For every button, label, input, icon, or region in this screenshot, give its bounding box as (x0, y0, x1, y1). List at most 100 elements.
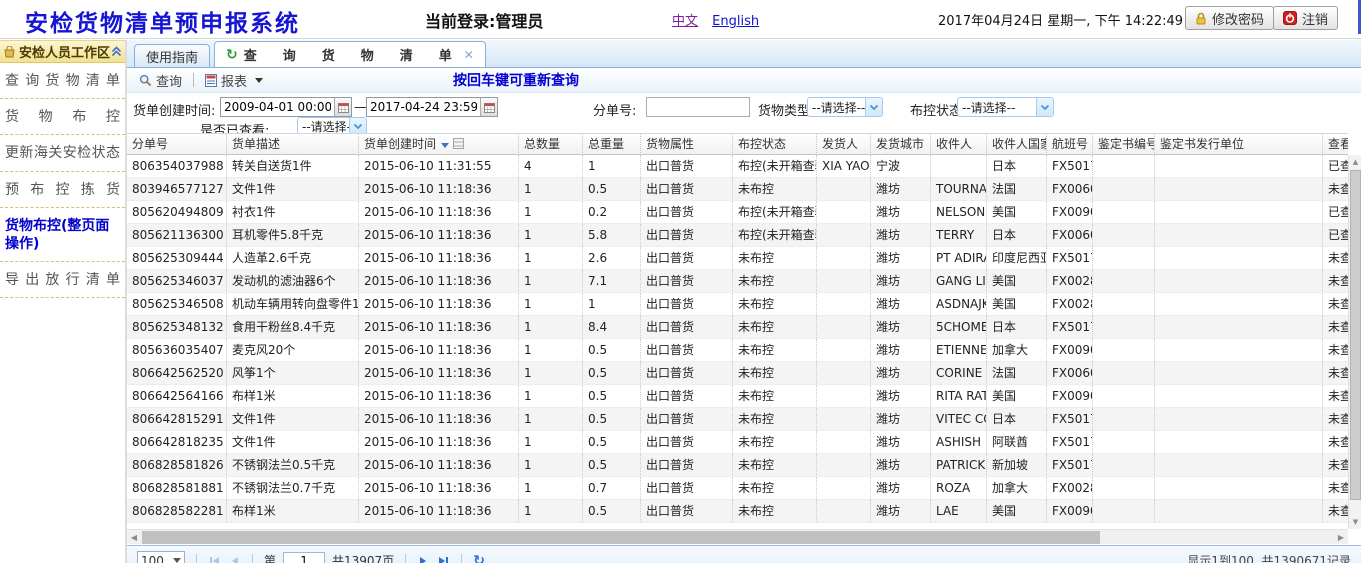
table-row[interactable]: 805625348132食用干粉丝8.4千克2015-06-10 11:18:3… (127, 316, 1348, 339)
scroll-down-icon[interactable]: ▼ (1349, 515, 1361, 529)
sidebar-item-precontrol-picking[interactable]: 预布控拣货 (0, 172, 125, 208)
table-row[interactable]: 806354037988转关自送货1件2015-06-10 11:31:5541… (127, 155, 1348, 178)
refresh-icon[interactable]: ↻ (473, 553, 485, 563)
table-row[interactable]: 806642562520风筝1个2015-06-10 11:18:3610.5出… (127, 362, 1348, 385)
collapse-chevron-icon[interactable] (111, 46, 122, 57)
first-page-button[interactable] (208, 555, 221, 563)
date-to-input[interactable] (367, 99, 480, 115)
calendar-icon[interactable] (480, 98, 497, 116)
table-cell: 1 (519, 201, 583, 223)
date-from-input[interactable] (221, 99, 334, 115)
column-header[interactable]: 货物属性 (641, 134, 733, 155)
horizontal-scroll-thumb[interactable] (142, 531, 1100, 544)
table-row[interactable]: 803946577127文件1件2015-06-10 11:18:3610.5出… (127, 178, 1348, 201)
table-cell (817, 408, 871, 430)
table-cell: VITEC CO. (931, 408, 987, 430)
tab-close-icon[interactable]: ✕ (464, 48, 474, 62)
table-row[interactable]: 806642818235文件1件2015-06-10 11:18:3610.5出… (127, 431, 1348, 454)
column-header[interactable]: 收件人国家 (987, 134, 1047, 155)
vertical-scrollbar[interactable]: ▲ ▼ (1348, 155, 1361, 529)
query-button[interactable]: 查询 (139, 71, 182, 90)
datetime-display: 2017年04月24日 星期一, 下午 14:22:49 (938, 10, 1183, 29)
sidebar-item-cargo-control[interactable]: 货物布控 (0, 99, 125, 135)
sidebar-item-update-customs-status[interactable]: 更新海关安检状态 (0, 135, 125, 171)
waybill-input[interactable] (647, 99, 749, 115)
calendar-icon[interactable] (334, 98, 351, 116)
table-cell: 美国 (987, 270, 1047, 292)
column-header[interactable]: 总数量 (519, 134, 583, 155)
next-page-button[interactable] (417, 555, 430, 563)
column-header[interactable]: 总重量 (583, 134, 641, 155)
cargo-type-select[interactable]: --请选择-- (807, 97, 883, 117)
table-row[interactable]: 805620494809衬衣1件2015-06-10 11:18:3610.2出… (127, 201, 1348, 224)
column-menu-icon[interactable] (453, 138, 464, 149)
column-header[interactable]: 航班号 (1047, 134, 1093, 155)
table-cell: 出口普货 (641, 362, 733, 384)
pager-separator (252, 554, 253, 563)
column-header[interactable]: 发货人 (817, 134, 871, 155)
lang-english-link[interactable]: English (712, 14, 759, 29)
last-page-button[interactable] (437, 555, 450, 563)
table-row[interactable]: 805625309444人造革2.6千克2015-06-10 11:18:361… (127, 247, 1348, 270)
scroll-up-icon[interactable]: ▲ (1349, 155, 1361, 169)
column-header[interactable]: 发货城市 (871, 134, 931, 155)
table-cell: 出口普货 (641, 201, 733, 223)
page-number-input[interactable] (283, 552, 325, 563)
waybill-field[interactable] (646, 97, 750, 117)
table-cell: 2015-06-10 11:18:36 (359, 201, 519, 223)
table-row[interactable]: 806642564166布样1米2015-06-10 11:18:3610.5出… (127, 385, 1348, 408)
lang-chinese-link[interactable]: 中文 (672, 14, 698, 29)
table-cell: PATRICK TA (931, 454, 987, 476)
report-button[interactable]: 报表 (205, 71, 263, 90)
table-cell (1155, 293, 1323, 315)
table-row[interactable]: 806828581826不锈钢法兰0.5千克2015-06-10 11:18:3… (127, 454, 1348, 477)
horizontal-scrollbar[interactable]: ◀ ▶ (127, 529, 1348, 544)
column-header[interactable]: 查看与否 (1323, 134, 1348, 155)
prev-page-button[interactable] (228, 555, 241, 563)
table-row[interactable]: 805625346037发动机的滤油器6个2015-06-10 11:18:36… (127, 270, 1348, 293)
date-from-field[interactable] (220, 97, 352, 117)
sidebar-item-export-release-list[interactable]: 导出放行清单 (0, 262, 125, 298)
table-row[interactable]: 805621136300耳机零件5.8千克2015-06-10 11:18:36… (127, 224, 1348, 247)
vertical-scroll-thumb[interactable] (1350, 170, 1361, 500)
cargo-type-label: 货物类型: (758, 100, 814, 119)
logout-button[interactable]: 注销 (1273, 6, 1338, 30)
table-cell: 1 (519, 270, 583, 292)
column-header[interactable]: 收件人 (931, 134, 987, 155)
sidebar-item-cargo-control-fullpage[interactable]: 货物布控(整页面操作) (0, 208, 125, 262)
table-cell: 未查看 (1323, 385, 1348, 407)
table-row[interactable]: 806642815291文件1件2015-06-10 11:18:3610.5出… (127, 408, 1348, 431)
table-cell: 未查看 (1323, 362, 1348, 384)
table-cell (1155, 500, 1323, 522)
table-cell: 出口普货 (641, 385, 733, 407)
table-cell: 麦克风20个 (227, 339, 359, 361)
table-cell: 潍坊 (871, 178, 931, 200)
page-size-select[interactable]: 100 (137, 551, 185, 563)
date-to-field[interactable] (366, 97, 498, 117)
sidebar-item-query-cargo-list[interactable]: 查询货物清单 (0, 63, 125, 99)
column-header[interactable]: 分单号 (127, 134, 227, 155)
table-cell: FX5017 (1047, 155, 1093, 177)
scroll-left-icon[interactable]: ◀ (127, 530, 141, 545)
column-header[interactable]: 货单描述 (227, 134, 359, 155)
table-row[interactable]: 806828581881不锈钢法兰0.7千克2015-06-10 11:18:3… (127, 477, 1348, 500)
table-cell (1093, 201, 1155, 223)
column-header[interactable]: 鉴定书发行单位 (1155, 134, 1323, 155)
control-status-select[interactable]: --请选择-- (957, 97, 1054, 117)
tab-user-guide[interactable]: 使用指南 (134, 44, 210, 67)
table-cell: 潍坊 (871, 385, 931, 407)
column-header[interactable]: 布控状态 (733, 134, 817, 155)
table-row[interactable]: 805636035407麦克风20个2015-06-10 11:18:3610.… (127, 339, 1348, 362)
scroll-right-icon[interactable]: ▶ (1334, 530, 1348, 545)
tab-refresh-icon[interactable]: ↻ (226, 47, 238, 63)
table-cell: 未查看 (1323, 431, 1348, 453)
change-password-button[interactable]: 修改密码 (1185, 6, 1274, 30)
column-header[interactable]: 货单创建时间 (359, 134, 519, 155)
tab-query-cargo-list[interactable]: ↻ 查询货物清单 ✕ (214, 41, 486, 67)
table-row[interactable]: 806828582281布样1米2015-06-10 11:18:3610.5出… (127, 500, 1348, 523)
table-cell: 1 (519, 178, 583, 200)
table-row[interactable]: 805625346508机动车辆用转向盘零件1千克2015-06-10 11:1… (127, 293, 1348, 316)
column-header[interactable]: 鉴定书编号 (1093, 134, 1155, 155)
sidebar-header[interactable]: 安检人员工作区 (0, 40, 125, 63)
table-cell: 1 (583, 155, 641, 177)
